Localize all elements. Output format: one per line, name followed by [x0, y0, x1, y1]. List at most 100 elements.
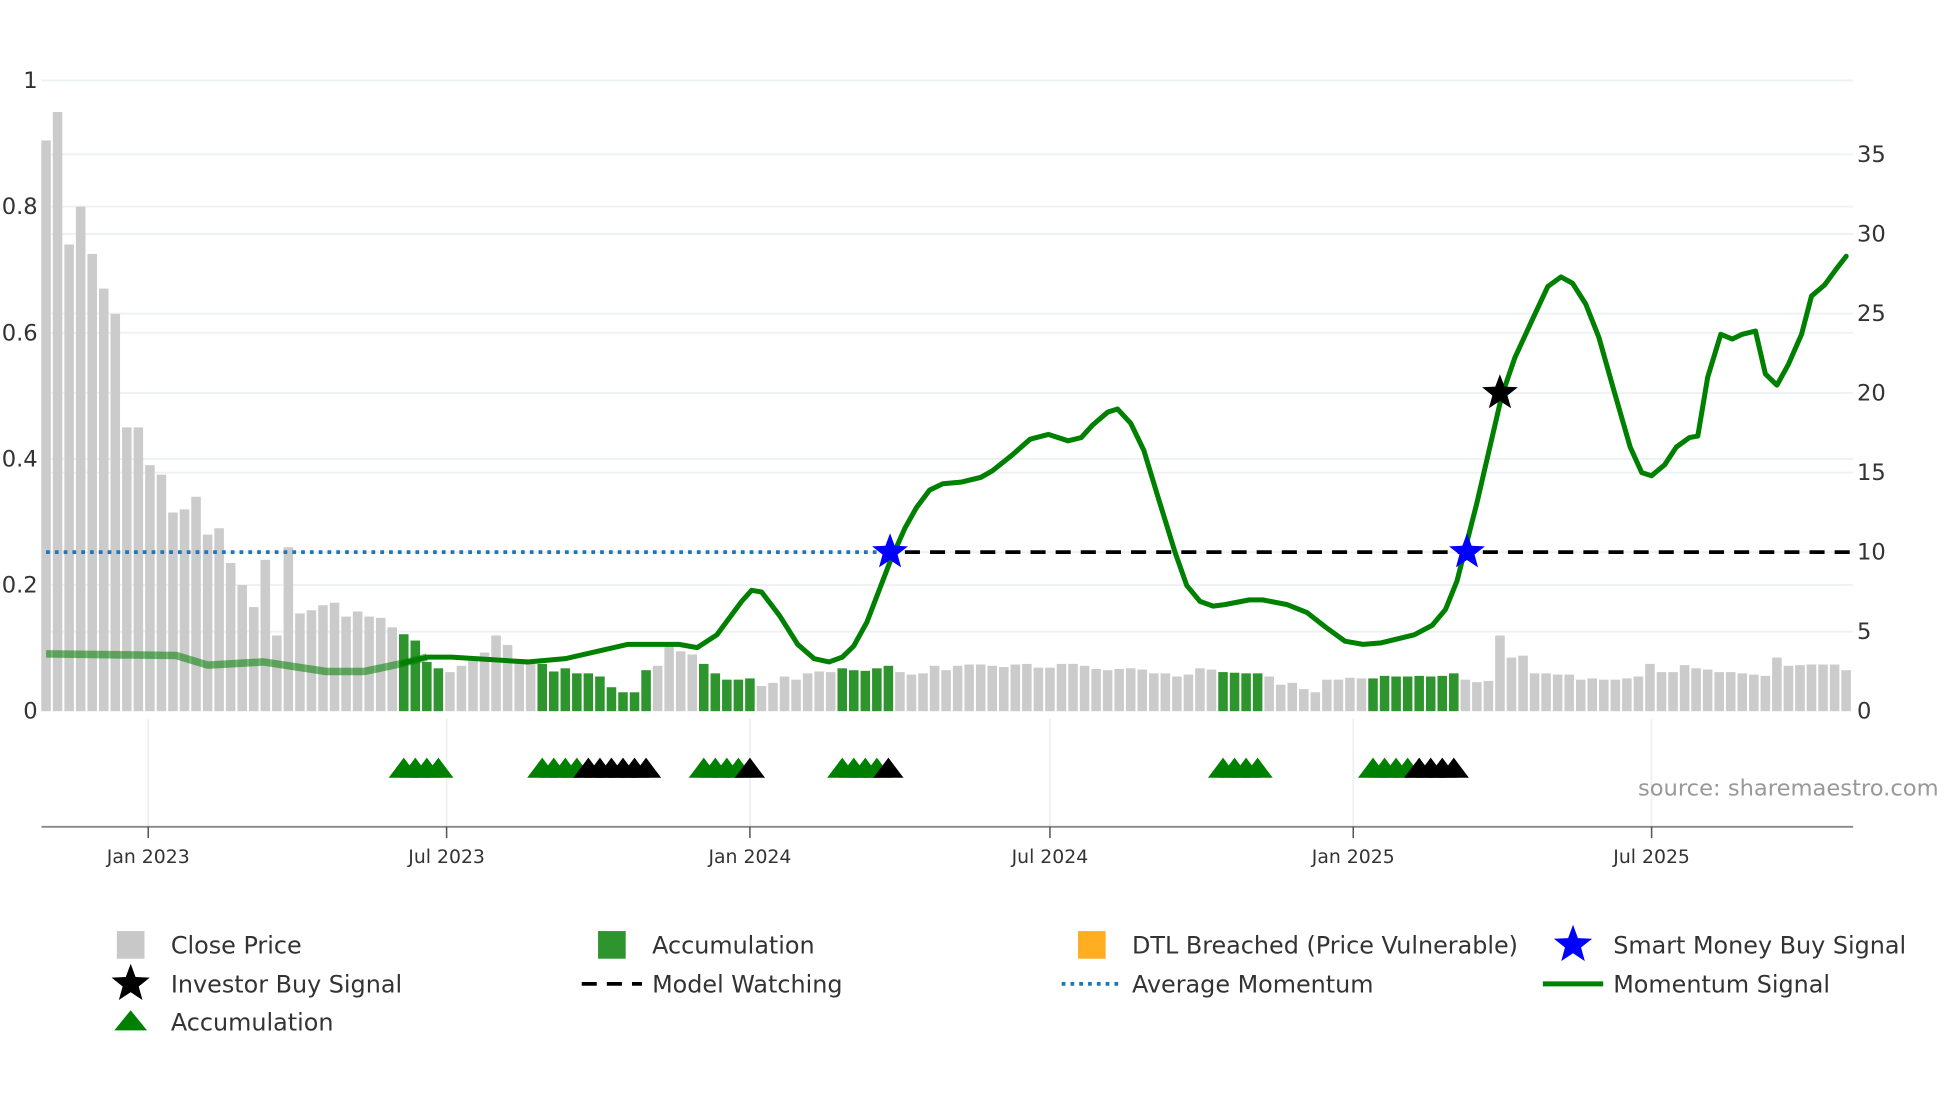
close-price-bar — [1541, 673, 1551, 712]
accumulation-bar — [837, 668, 848, 712]
close-price-bar — [295, 613, 305, 712]
accumulation-bar — [560, 668, 571, 712]
accumulation-bar — [722, 679, 732, 712]
close-price-bar — [318, 605, 328, 712]
accumulation-bar — [1218, 672, 1228, 712]
close-price-bar — [133, 427, 144, 712]
close-price-bar — [1587, 678, 1598, 712]
close-price-bar — [1760, 675, 1771, 712]
close-price-bar — [1033, 667, 1044, 712]
close-price-bar — [1737, 673, 1748, 712]
accumulation-bar — [1437, 675, 1448, 712]
right-tick-label: 25 — [1857, 301, 1886, 327]
close-price-bar — [1806, 664, 1817, 712]
close-price-bar — [1656, 672, 1667, 712]
legend-label: DTL Breached (Price Vulnerable) — [1132, 932, 1518, 960]
close-price-bar — [1079, 665, 1090, 712]
accumulation-bar — [1379, 675, 1390, 712]
close-price-bar — [1529, 673, 1540, 712]
close-price-bar — [52, 112, 63, 712]
accumulation-bar — [1241, 673, 1251, 712]
close-price-bar — [1552, 674, 1563, 712]
black-star-icon — [111, 963, 150, 1001]
right-tick-label: 30 — [1857, 222, 1886, 248]
accumulation-bar — [433, 668, 444, 712]
blue-star-icon — [1553, 924, 1593, 962]
close-price-bar — [364, 616, 374, 712]
right-tick-label: 20 — [1857, 381, 1886, 407]
close-price-bar — [1125, 668, 1136, 712]
signal-markers — [388, 374, 1518, 778]
x-tick-label: Jan 2023 — [106, 847, 190, 868]
close-price-bar — [652, 665, 663, 712]
momentum-chart: Jan 2023 Jul 2023 Jan 2024 Jul 2024 Jan 2025… — [2, 68, 1939, 1036]
legend-item: DTL Breached (Price Vulnerable) — [1078, 931, 1518, 960]
close-price-bar — [75, 206, 86, 712]
axes: Jan 2023 Jul 2023 Jan 2024 Jul 2024 Jan 2025… — [2, 68, 1886, 868]
close-price-bar — [941, 670, 951, 712]
close-price-bar — [1702, 669, 1713, 712]
close-price-bar — [987, 665, 998, 712]
close-price-bar — [1010, 664, 1021, 712]
accumulation-bar — [733, 679, 744, 712]
accumulation-bar — [618, 692, 628, 712]
left-tick-label: 0.6 — [2, 320, 38, 346]
close-price-bar — [1483, 680, 1494, 712]
accumulation-bar — [849, 670, 859, 712]
accumulation-bar — [1252, 673, 1263, 712]
x-tick-label: Jul 2024 — [1011, 847, 1089, 868]
legend-label: Smart Money Buy Signal — [1613, 932, 1906, 960]
accumulation-bar — [1402, 676, 1413, 712]
close-price-bar — [1506, 657, 1517, 712]
close-price-bar — [1287, 682, 1298, 712]
close-price-bar — [98, 288, 109, 712]
accumulation-bar — [537, 663, 548, 712]
close-price-bar — [514, 660, 524, 712]
close-price-bar — [952, 665, 963, 712]
close-price-bar — [1610, 679, 1621, 712]
close-price-bar — [525, 663, 536, 712]
accumulation-bar — [595, 676, 605, 712]
accumulation-bar — [629, 692, 640, 712]
right-tick-label: 15 — [1857, 460, 1886, 486]
close-price-bar — [906, 674, 917, 712]
close-price-bar — [237, 585, 247, 712]
accumulation-bar — [548, 671, 559, 712]
close-price-bar — [191, 496, 201, 712]
close-price-bar — [1679, 665, 1690, 712]
close-price-bar — [1102, 670, 1113, 712]
close-price-bars — [41, 112, 1851, 712]
left-tick-label: 1 — [23, 68, 37, 94]
accumulation-bar — [641, 670, 651, 712]
close-price-bar — [352, 611, 363, 712]
close-price-bar — [1749, 674, 1759, 712]
close-price-bar — [1645, 663, 1655, 712]
accumulation-bar — [710, 673, 721, 712]
legend: Close Price Accumulation DTL Breached (Pri… — [111, 924, 1906, 1036]
accumulation-bar — [1449, 673, 1459, 712]
legend-label: Momentum Signal — [1613, 971, 1830, 999]
x-tick-label: Jan 2025 — [1311, 847, 1395, 868]
signal-lines — [46, 253, 1852, 676]
accumulation-bar — [606, 687, 617, 712]
accumulation-bar — [572, 673, 582, 712]
close-price-bar — [1195, 668, 1205, 712]
close-price-bar — [1460, 679, 1471, 712]
close-price-bar — [64, 244, 74, 712]
legend-label: Investor Buy Signal — [171, 971, 402, 999]
close-price-bar — [1275, 684, 1286, 712]
close-price-bar — [1333, 679, 1344, 712]
right-tick-label: 35 — [1857, 142, 1886, 168]
legend-item: Model Watching — [581, 971, 842, 999]
accumulation-bar — [398, 634, 409, 712]
close-price-bar — [664, 644, 674, 712]
close-price-bar — [1356, 678, 1367, 712]
close-price-bar — [329, 602, 340, 712]
close-price-bar — [1345, 677, 1355, 712]
accumulation-bar — [583, 673, 594, 712]
legend-item: Accumulation — [114, 1008, 333, 1036]
close-price-bar — [179, 509, 190, 712]
accumulation-bar — [883, 665, 894, 712]
close-price-bar — [1091, 668, 1101, 712]
close-price-bar — [1829, 664, 1840, 712]
